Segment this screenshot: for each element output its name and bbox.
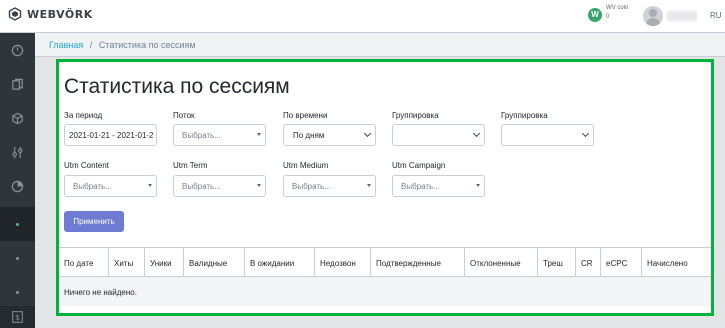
page-title: Статистика по сессиям xyxy=(64,75,290,98)
svg-text:$: $ xyxy=(15,313,20,322)
utm-medium-placeholder: Выбрать... xyxy=(292,182,331,191)
utm-term-placeholder: Выбрать... xyxy=(182,182,221,191)
flow-label: Поток xyxy=(173,111,195,120)
brand-name: WEBVÖRK xyxy=(27,7,93,21)
flow-select[interactable]: Выбрать... xyxy=(173,124,266,146)
caret-down-icon xyxy=(367,184,371,187)
sidebar: $ xyxy=(0,33,35,328)
column-header[interactable]: Уники xyxy=(144,248,183,277)
caret-down-icon xyxy=(257,184,261,187)
chevron-down-icon xyxy=(581,129,590,138)
column-header[interactable]: CR xyxy=(575,248,600,277)
period-label: За период xyxy=(64,111,103,120)
sidebar-item-statistics[interactable] xyxy=(0,169,35,203)
utm-medium-label: Utm Medium xyxy=(283,161,329,170)
active-dot-icon xyxy=(16,222,19,226)
table-empty-message: Ничего не найдено. xyxy=(59,277,711,306)
utm-campaign-label: Utm Campaign xyxy=(392,161,446,170)
breadcrumb: Главная / Статистика по сессиям xyxy=(35,33,725,57)
coin-value: 0 xyxy=(606,14,610,20)
by-time-select[interactable]: По дням xyxy=(283,124,376,146)
breadcrumb-separator: / xyxy=(89,40,93,50)
pie-chart-icon xyxy=(11,180,24,192)
sidebar-item-dashboard[interactable] xyxy=(0,33,35,67)
grouping-select-1[interactable] xyxy=(392,124,485,146)
coin-label: WV coin xyxy=(606,5,629,11)
sidebar-subitem-active[interactable] xyxy=(0,207,35,241)
apply-button[interactable]: Применить xyxy=(64,211,124,232)
sliders-icon xyxy=(12,146,23,158)
sidebar-item-settings[interactable] xyxy=(0,135,35,169)
breadcrumb-current: Статистика по сессиям xyxy=(98,40,196,50)
column-header[interactable]: Недозвон xyxy=(314,248,370,277)
column-header[interactable]: Валидные xyxy=(183,248,244,277)
utm-campaign-select[interactable]: Выбрать... xyxy=(392,175,485,197)
sidebar-subitem[interactable] xyxy=(0,275,35,309)
top-header: WEBVÖRK W WV coin 0 RU xyxy=(0,0,725,33)
language-switch[interactable]: RU xyxy=(710,11,722,20)
dollar-icon: $ xyxy=(12,311,23,323)
column-header[interactable]: Отклоненные xyxy=(464,248,537,277)
username-blurred[interactable] xyxy=(667,11,697,21)
column-header[interactable]: eCPC xyxy=(600,248,641,277)
period-input[interactable]: 2021-01-21 - 2021-01-2 xyxy=(64,124,157,146)
chevron-down-icon xyxy=(363,129,372,138)
grouping-label-2: Группировка xyxy=(501,111,548,120)
brand-logo[interactable]: WEBVÖRK xyxy=(8,7,93,21)
breadcrumb-home-link[interactable]: Главная xyxy=(49,40,83,50)
utm-content-select[interactable]: Выбрать... xyxy=(64,175,157,197)
webvork-logo-icon xyxy=(8,7,22,21)
sidebar-subitem[interactable] xyxy=(0,241,35,275)
cube-icon xyxy=(12,112,23,124)
chevron-down-icon xyxy=(472,129,481,138)
column-header[interactable]: Начислено xyxy=(641,248,711,277)
utm-content-label: Utm Content xyxy=(64,161,109,170)
grouping-select-2[interactable] xyxy=(501,124,594,146)
sidebar-item-finance[interactable]: $ xyxy=(0,306,35,328)
utm-term-select[interactable]: Выбрать... xyxy=(173,175,266,197)
column-header[interactable]: Треш xyxy=(537,248,575,277)
wv-coin-icon[interactable]: W xyxy=(588,8,602,22)
utm-content-placeholder: Выбрать... xyxy=(73,182,112,191)
column-header[interactable]: Подтвержденные xyxy=(370,248,464,277)
avatar[interactable] xyxy=(643,6,663,26)
by-time-select-value: По дням xyxy=(293,131,325,140)
caret-down-icon xyxy=(148,184,152,187)
dot-icon xyxy=(16,290,19,294)
by-time-label: По времени xyxy=(283,111,328,120)
caret-down-icon xyxy=(476,184,480,187)
column-header[interactable]: В ожидании xyxy=(244,248,314,277)
speedometer-icon xyxy=(11,44,24,56)
grouping-label-1: Группировка xyxy=(392,111,439,120)
sidebar-item-products[interactable] xyxy=(0,101,35,135)
column-header[interactable]: По дате xyxy=(59,248,108,277)
documents-icon xyxy=(12,78,23,90)
utm-campaign-placeholder: Выбрать... xyxy=(401,182,440,191)
statistics-card: Статистика по сессиям За период Поток По… xyxy=(59,62,711,313)
caret-down-icon xyxy=(257,133,261,136)
coin-balance: WV coin 0 xyxy=(606,4,628,22)
flow-select-placeholder: Выбрать... xyxy=(182,131,221,140)
table-header-row: По дате Хиты Уники Валидные В ожидании Н… xyxy=(59,247,711,277)
utm-medium-select[interactable]: Выбрать... xyxy=(283,175,376,197)
dot-icon xyxy=(16,256,19,260)
utm-term-label: Utm Term xyxy=(173,161,208,170)
column-header[interactable]: Хиты xyxy=(108,248,144,277)
sidebar-item-documents[interactable] xyxy=(0,67,35,101)
